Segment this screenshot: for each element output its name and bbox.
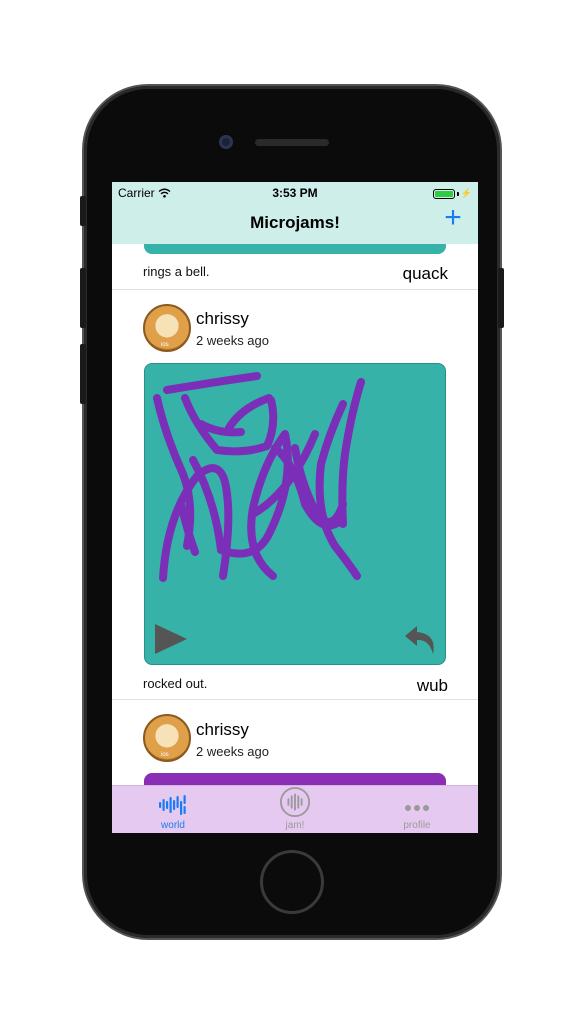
jam-sound-label: quack	[402, 264, 448, 283]
volume-up-button	[80, 268, 86, 328]
timestamp: 2 weeks ago	[196, 333, 269, 348]
navigation-bar: Carrier 3:53 PM ⚡ Microjams! +	[112, 182, 478, 244]
timestamp: 2 weeks ago	[196, 744, 269, 759]
avatar[interactable]: ios	[143, 714, 191, 762]
jam-canvas[interactable]	[144, 363, 446, 665]
avatar-badge: ios	[161, 342, 169, 348]
tab-world[interactable]: world	[112, 786, 234, 833]
status-bar: Carrier 3:53 PM ⚡	[112, 186, 478, 202]
jam-caption: rocked out.	[143, 676, 208, 691]
tab-profile[interactable]: profile	[356, 786, 478, 833]
profile-icon	[405, 805, 429, 811]
divider	[112, 289, 478, 290]
mute-switch	[80, 196, 86, 226]
reply-icon[interactable]	[403, 622, 439, 658]
username[interactable]: chrissy	[196, 309, 249, 329]
avatar[interactable]: ios	[143, 304, 191, 352]
battery-icon: ⚡	[432, 188, 472, 199]
world-icon	[159, 795, 186, 815]
home-button[interactable]	[260, 850, 324, 914]
jam-canvas[interactable]	[144, 773, 446, 785]
jam-caption: rings a bell.	[143, 264, 210, 279]
add-jam-button[interactable]: +	[440, 203, 466, 233]
app-screen: Carrier 3:53 PM ⚡ Microjams! + rings a b…	[112, 182, 478, 833]
tab-bar: world jam! profile	[112, 785, 478, 833]
jam-drawing	[153, 372, 365, 582]
volume-down-button	[80, 344, 86, 404]
feed-list[interactable]: rings a bell. quack ios chrissy 2 weeks …	[112, 244, 478, 785]
username[interactable]: chrissy	[196, 720, 249, 740]
status-time: 3:53 PM	[272, 186, 318, 200]
front-camera	[219, 135, 233, 149]
power-button	[498, 268, 504, 328]
avatar-badge: ios	[161, 752, 169, 758]
tab-jam-label: jam!	[285, 820, 305, 831]
tab-profile-label: profile	[403, 820, 431, 831]
charging-icon: ⚡	[460, 188, 472, 198]
play-icon[interactable]	[153, 622, 189, 656]
earpiece-speaker	[255, 139, 329, 146]
tab-world-label: world	[161, 820, 185, 831]
jam-icon	[279, 786, 311, 818]
jam-canvas-peek[interactable]	[144, 244, 446, 254]
jam-sound-label: wub	[416, 676, 448, 695]
tab-jam[interactable]: jam!	[234, 786, 356, 833]
page-title: Microjams!	[250, 213, 340, 232]
divider	[112, 699, 478, 700]
